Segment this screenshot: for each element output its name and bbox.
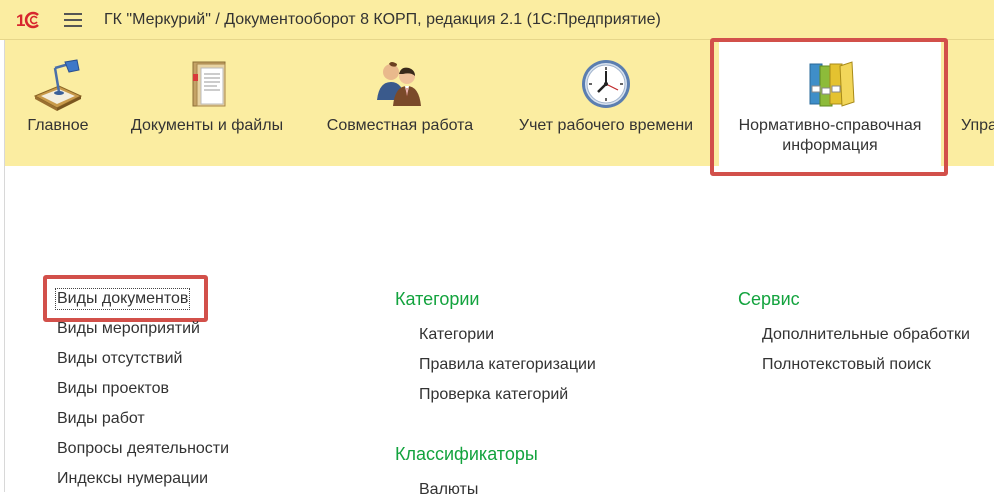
section-collaboration-label: Совместная работа bbox=[326, 117, 474, 134]
svg-text:1: 1 bbox=[16, 11, 25, 29]
section-documents-label: Документы и файлы bbox=[130, 117, 284, 134]
clock-icon bbox=[578, 56, 634, 112]
main-menu-icon[interactable] bbox=[64, 12, 82, 27]
list-item[interactable]: Виды проектов bbox=[57, 379, 169, 399]
section-main-label: Главное bbox=[27, 117, 89, 134]
list-item[interactable]: Полнотекстовый поиск bbox=[762, 355, 931, 375]
list-item[interactable]: Виды мероприятий bbox=[57, 319, 200, 339]
list-item[interactable]: Виды документов bbox=[54, 288, 191, 310]
group-title-service: Сервис bbox=[738, 289, 800, 309]
window-title: ГК "Меркурий" / Документооборот 8 КОРП, … bbox=[104, 10, 661, 28]
list-item[interactable]: Индексы нумерации bbox=[57, 469, 208, 489]
section-time-tracking[interactable]: Учет рабочего времени bbox=[497, 40, 715, 166]
list-item[interactable]: Вопросы деятельности bbox=[57, 439, 229, 459]
list-item[interactable]: Категории bbox=[419, 325, 494, 345]
list-item[interactable]: Виды работ bbox=[57, 409, 145, 429]
section-management-label: Упра bbox=[961, 117, 994, 134]
section-documents[interactable]: Документы и файлы bbox=[111, 40, 303, 166]
list-item[interactable]: Проверка категорий bbox=[419, 385, 568, 405]
section-reference-info-label: Нормативно-справочная информация bbox=[738, 117, 922, 154]
sections-panel: Главное Документы и файлы Совместная раб… bbox=[5, 40, 994, 166]
group-title-classifiers: Классификаторы bbox=[395, 444, 538, 464]
title-bar: 1 ГК "Меркурий" / Документооборот 8 КОРП… bbox=[0, 0, 994, 40]
binders-icon bbox=[804, 56, 860, 112]
list-item[interactable]: Дополнительные обработки bbox=[762, 325, 970, 345]
section-time-tracking-label: Учет рабочего времени bbox=[518, 117, 694, 134]
list-item[interactable]: Валюты bbox=[419, 480, 478, 500]
list-item[interactable]: Виды отсутствий bbox=[57, 349, 182, 369]
section-main[interactable]: Главное bbox=[5, 40, 111, 166]
desk-lamp-icon bbox=[29, 56, 85, 112]
document-folder-icon bbox=[181, 56, 237, 112]
section-management[interactable]: Упра bbox=[951, 40, 994, 166]
section-reference-info[interactable]: Нормативно-справочная информация bbox=[719, 40, 941, 166]
people-icon bbox=[371, 56, 427, 112]
section-collaboration[interactable]: Совместная работа bbox=[303, 40, 497, 166]
group-title-categories: Категории bbox=[395, 289, 480, 309]
1c-logo-icon[interactable]: 1 bbox=[16, 10, 44, 30]
list-item[interactable]: Правила категоризации bbox=[419, 355, 596, 375]
